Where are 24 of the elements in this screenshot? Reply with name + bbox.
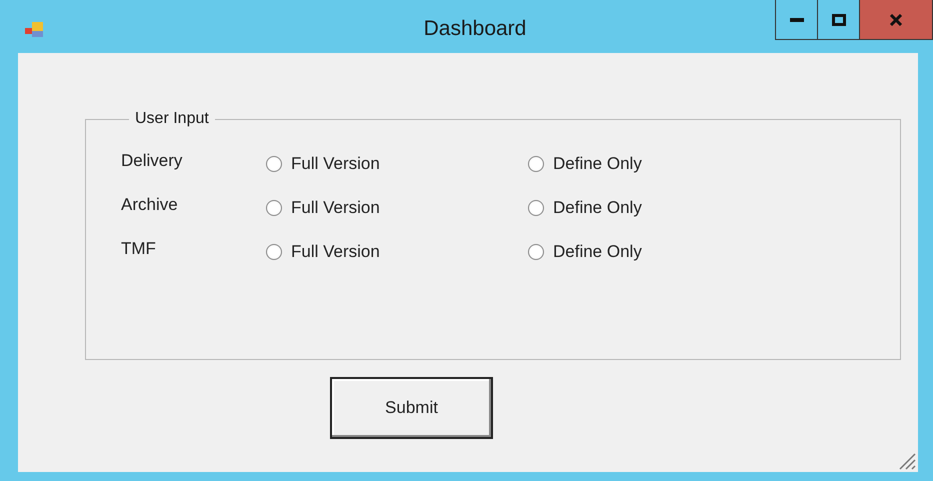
row-label: TMF: [121, 239, 157, 259]
window-title: Dashboard: [422, 17, 528, 41]
radio-option[interactable]: Define Only: [528, 242, 642, 262]
radio-button[interactable]: [528, 244, 544, 260]
radio-button[interactable]: [266, 156, 282, 172]
radio-option[interactable]: Full Version: [266, 242, 380, 262]
maximize-icon: [832, 14, 846, 26]
app-icon: [25, 22, 45, 38]
row-label: Delivery: [121, 151, 184, 171]
submit-button[interactable]: Submit: [330, 377, 493, 439]
radio-button[interactable]: [266, 244, 282, 260]
group-title: User Input: [134, 110, 210, 128]
minimize-icon: [790, 18, 804, 22]
radio-button[interactable]: [266, 200, 282, 216]
radio-option[interactable]: Define Only: [528, 154, 642, 174]
radio-button[interactable]: [528, 200, 544, 216]
minimize-button[interactable]: [775, 0, 818, 40]
row-label: Archive: [121, 195, 179, 215]
close-button[interactable]: [859, 0, 933, 40]
close-icon: [889, 14, 903, 26]
radio-option[interactable]: Define Only: [528, 198, 642, 218]
radio-option[interactable]: Full Version: [266, 198, 380, 218]
radio-button[interactable]: [528, 156, 544, 172]
radio-option[interactable]: Full Version: [266, 154, 380, 174]
